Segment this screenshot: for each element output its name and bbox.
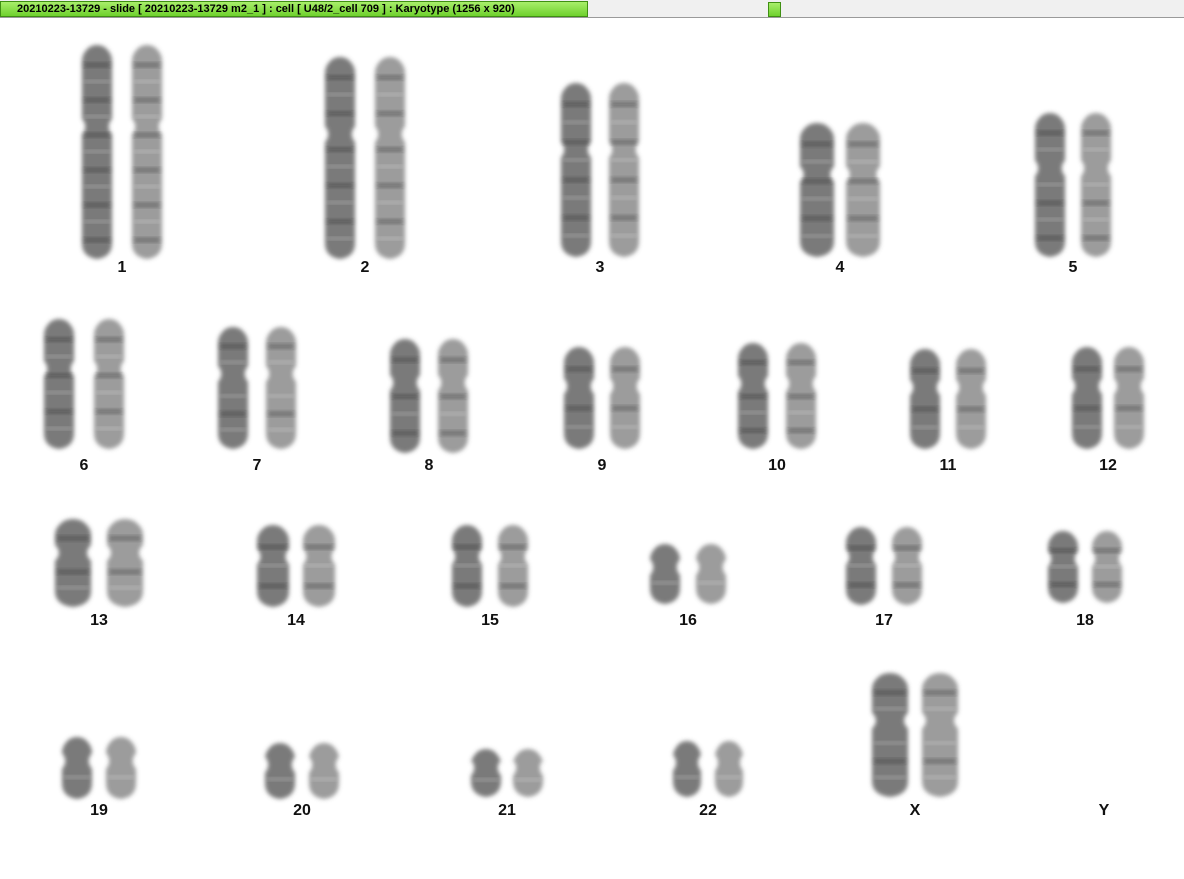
chromosome-4-b[interactable] bbox=[846, 123, 880, 257]
chromosome-13-a[interactable] bbox=[55, 519, 91, 607]
chromosome-6-b[interactable] bbox=[94, 319, 124, 449]
chromosome-6-a[interactable] bbox=[44, 319, 74, 449]
chromosome-9-a[interactable] bbox=[564, 347, 594, 449]
chromosome-1-b[interactable] bbox=[132, 45, 162, 259]
chromosome-20-b[interactable] bbox=[309, 743, 339, 799]
chromosome-label-4: 4 bbox=[835, 259, 845, 276]
chromosome-pair-1[interactable] bbox=[82, 45, 162, 259]
chromosome-pair-x[interactable] bbox=[872, 673, 958, 797]
chromosome-label-21: 21 bbox=[498, 802, 516, 819]
chromosome-label-17: 17 bbox=[875, 612, 893, 629]
chromosome-17-b[interactable] bbox=[892, 527, 922, 605]
chromosome-label-16: 16 bbox=[679, 612, 697, 629]
chromosome-3-a[interactable] bbox=[561, 83, 591, 257]
chromosome-label-20: 20 bbox=[293, 802, 311, 819]
chromosome-label-1: 1 bbox=[117, 259, 127, 276]
chromosome-8-a[interactable] bbox=[390, 339, 420, 453]
chromosome-label-6: 6 bbox=[79, 457, 89, 474]
chromosome-pair-21[interactable] bbox=[471, 749, 543, 797]
chromosome-18-a[interactable] bbox=[1048, 531, 1078, 603]
chromosome-3-b[interactable] bbox=[609, 83, 639, 257]
chromosome-pair-5[interactable] bbox=[1035, 113, 1111, 257]
chromosome-12-b[interactable] bbox=[1114, 347, 1144, 449]
chromosome-pair-2[interactable] bbox=[325, 57, 405, 259]
chromosome-19-b[interactable] bbox=[106, 737, 136, 799]
chromosome-14-b[interactable] bbox=[303, 525, 335, 607]
chromosome-pair-10[interactable] bbox=[738, 343, 816, 449]
chromosome-11-b[interactable] bbox=[956, 349, 986, 449]
chromosome-pair-19[interactable] bbox=[62, 737, 136, 799]
chromosome-2-a[interactable] bbox=[325, 57, 355, 259]
chromosome-7-a[interactable] bbox=[218, 327, 248, 449]
chromosome-label-13: 13 bbox=[90, 612, 108, 629]
chromosome-pair-22[interactable] bbox=[673, 741, 743, 797]
chromosome-17-a[interactable] bbox=[846, 527, 876, 605]
chromosome-21-a[interactable] bbox=[471, 749, 501, 797]
chromosome-5-b[interactable] bbox=[1081, 113, 1111, 257]
chromosome-2-b[interactable] bbox=[375, 57, 405, 259]
chromosome-14-a[interactable] bbox=[257, 525, 289, 607]
chromosome-pair-15[interactable] bbox=[452, 525, 528, 607]
chromosome-20-a[interactable] bbox=[265, 743, 295, 799]
title-bar: 20210223-13729 - slide [ 20210223-13729 … bbox=[0, 0, 1184, 18]
chromosome-pair-11[interactable] bbox=[910, 349, 986, 449]
chromosome-pair-8[interactable] bbox=[390, 339, 468, 453]
chromosome-label-19: 19 bbox=[90, 802, 108, 819]
chromosome-x-b[interactable] bbox=[922, 673, 958, 797]
chromosome-pair-18[interactable] bbox=[1048, 531, 1122, 603]
chromosome-21-b[interactable] bbox=[513, 749, 543, 797]
chromosome-pair-12[interactable] bbox=[1072, 347, 1144, 449]
chromosome-label-2: 2 bbox=[360, 259, 370, 276]
chromosome-pair-3[interactable] bbox=[561, 83, 639, 257]
chromosome-11-a[interactable] bbox=[910, 349, 940, 449]
chromosome-10-a[interactable] bbox=[738, 343, 768, 449]
chromosome-label-18: 18 bbox=[1076, 612, 1094, 629]
chromosome-1-a[interactable] bbox=[82, 45, 112, 259]
chromosome-4-a[interactable] bbox=[800, 123, 834, 257]
chromosome-label-3: 3 bbox=[595, 259, 605, 276]
chromosome-pair-20[interactable] bbox=[265, 743, 339, 799]
chromosome-label-7: 7 bbox=[252, 457, 262, 474]
chromosome-canvas bbox=[44, 45, 1144, 799]
karyotype-panel: 1 2 3 4 5 6 7 8 9 10 11 12 13 14 15 16 17 18 19 20 21 22 X Y bbox=[0, 19, 1184, 879]
chromosome-12-a[interactable] bbox=[1072, 347, 1102, 449]
chromosome-18-b[interactable] bbox=[1092, 531, 1122, 603]
chromosome-15-b[interactable] bbox=[498, 525, 528, 607]
chromosome-13-b[interactable] bbox=[107, 519, 143, 607]
chromosome-label-y: Y bbox=[1098, 802, 1110, 819]
chromosome-label-5: 5 bbox=[1068, 259, 1078, 276]
chromosome-22-a[interactable] bbox=[673, 741, 701, 797]
chromosome-7-b[interactable] bbox=[266, 327, 296, 449]
window-title-tab[interactable]: 20210223-13729 - slide [ 20210223-13729 … bbox=[0, 1, 588, 17]
chromosome-15-a[interactable] bbox=[452, 525, 482, 607]
chromosome-pair-4[interactable] bbox=[800, 123, 880, 257]
chromosome-8-b[interactable] bbox=[438, 339, 468, 453]
chromosome-label-11: 11 bbox=[939, 457, 957, 474]
chromosome-label-14: 14 bbox=[287, 612, 305, 629]
chromosome-pair-17[interactable] bbox=[846, 527, 922, 605]
chromosome-10-b[interactable] bbox=[786, 343, 816, 449]
chromosome-9-b[interactable] bbox=[610, 347, 640, 449]
window-title: 20210223-13729 - slide [ 20210223-13729 … bbox=[17, 3, 515, 15]
chromosome-5-a[interactable] bbox=[1035, 113, 1065, 257]
horizontal-scroll-thumb[interactable] bbox=[768, 2, 781, 17]
chromosome-x-a[interactable] bbox=[872, 673, 908, 797]
chromosome-label-15: 15 bbox=[481, 612, 499, 629]
chromosome-pair-14[interactable] bbox=[257, 525, 335, 607]
chromosome-pair-13[interactable] bbox=[55, 519, 143, 607]
chromosome-pair-16[interactable] bbox=[650, 544, 726, 604]
chromosome-19-a[interactable] bbox=[62, 737, 92, 799]
chromosome-pair-9[interactable] bbox=[564, 347, 640, 449]
chromosome-label-8: 8 bbox=[424, 457, 434, 474]
chromosome-16-b[interactable] bbox=[696, 544, 726, 604]
chromosome-label-12: 12 bbox=[1099, 457, 1117, 474]
chromosome-pair-7[interactable] bbox=[218, 327, 296, 449]
chromosome-pair-6[interactable] bbox=[44, 319, 124, 449]
chromosome-label-x: X bbox=[909, 802, 921, 819]
chromosome-label-22: 22 bbox=[699, 802, 717, 819]
chromosome-22-b[interactable] bbox=[715, 741, 743, 797]
chromosome-label-10: 10 bbox=[768, 457, 786, 474]
chromosome-16-a[interactable] bbox=[650, 544, 680, 604]
chromosome-label-9: 9 bbox=[597, 457, 607, 474]
